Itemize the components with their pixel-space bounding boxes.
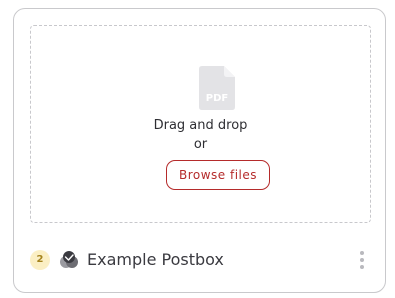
kebab-menu-icon[interactable] bbox=[353, 247, 371, 273]
or-text: or bbox=[193, 137, 208, 152]
pdf-icon-label: PDF bbox=[206, 93, 228, 104]
file-dropzone[interactable]: PDF Drag and drop or Browse files bbox=[30, 25, 371, 223]
count-badge: 2 bbox=[30, 250, 50, 270]
menu-dot bbox=[360, 265, 364, 269]
postbox-name[interactable]: Example Postbox bbox=[87, 249, 224, 271]
menu-dot bbox=[360, 258, 364, 262]
postbox-stack-icon bbox=[60, 251, 78, 268]
drag-and-drop-text: Drag and drop bbox=[153, 118, 248, 133]
browse-files-button[interactable]: Browse files bbox=[166, 160, 270, 190]
card-footer: 2 Example Postbox bbox=[30, 247, 371, 273]
pdf-file-icon: PDF bbox=[199, 66, 235, 110]
postbox-card: PDF Drag and drop or Browse files 2 Exam… bbox=[13, 8, 386, 293]
menu-dot bbox=[360, 251, 364, 255]
